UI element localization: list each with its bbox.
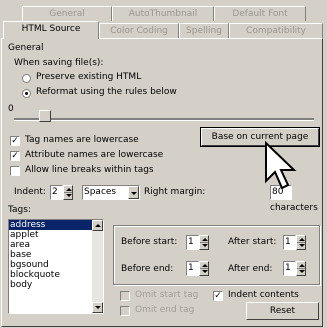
omit-start-checkbox[interactable] bbox=[120, 291, 130, 301]
list-item[interactable]: body bbox=[9, 280, 103, 290]
general-group-label: General bbox=[8, 43, 44, 53]
tag-lowercase-label: Tag names are lowercase bbox=[25, 135, 139, 145]
indent-contents-label: Indent contents bbox=[228, 290, 299, 300]
before-start-input[interactable]: 1 bbox=[186, 235, 199, 250]
list-item[interactable]: blockquote bbox=[9, 270, 103, 280]
before-end-input[interactable]: 1 bbox=[186, 261, 199, 276]
after-end-label: After end: bbox=[228, 264, 273, 274]
omit-end-checkbox[interactable] bbox=[120, 306, 130, 316]
allow-breaks-label: Allow line breaks within tags bbox=[25, 165, 154, 175]
indent-type-dropdown-button[interactable] bbox=[128, 186, 139, 199]
omit-start-label: Omit start tag bbox=[135, 290, 199, 300]
scroll-down-icon[interactable] bbox=[92, 302, 103, 313]
indent-label: Indent: bbox=[14, 187, 46, 197]
indent-type-value: Spaces bbox=[84, 187, 117, 197]
reset-button[interactable]: Reset bbox=[246, 302, 319, 320]
slider-track bbox=[14, 118, 314, 121]
preserve-radio-label: Preserve existing HTML bbox=[36, 72, 142, 82]
before-end-spinner[interactable] bbox=[199, 261, 209, 276]
tags-label: Tags: bbox=[8, 205, 31, 215]
indent-contents-checkbox[interactable]: ✓ bbox=[213, 291, 223, 301]
attr-lowercase-label: Attribute names are lowercase bbox=[25, 150, 164, 160]
tab-compatibility[interactable]: Compatibility bbox=[229, 23, 323, 38]
tab-color-coding[interactable]: Color Coding bbox=[99, 23, 179, 38]
after-start-input[interactable]: 1 bbox=[283, 235, 296, 250]
mouse-cursor-icon bbox=[265, 141, 297, 190]
list-item[interactable]: base bbox=[9, 250, 103, 260]
tags-listbox[interactable]: address applet area base bgsound blockqu… bbox=[8, 219, 104, 314]
tags-scrollbar[interactable] bbox=[92, 220, 103, 313]
list-item[interactable]: bgsound bbox=[9, 260, 103, 270]
before-end-label: Before end: bbox=[121, 264, 174, 274]
base-on-page-button[interactable]: Base on current page bbox=[200, 127, 320, 147]
list-item[interactable]: applet bbox=[9, 230, 103, 240]
tag-lowercase-checkbox[interactable]: ✓ bbox=[10, 136, 20, 146]
tab-default-font[interactable]: Default Font bbox=[214, 6, 306, 21]
preserve-radio[interactable] bbox=[22, 74, 31, 83]
tab-autothumbnail[interactable]: AutoThumbnail bbox=[112, 6, 214, 21]
tab-html-source[interactable]: HTML Source bbox=[3, 21, 99, 39]
omit-end-label: Omit end tag bbox=[135, 305, 195, 315]
list-item[interactable]: address bbox=[9, 220, 103, 230]
before-start-label: Before start: bbox=[121, 237, 178, 247]
after-end-input[interactable]: 1 bbox=[283, 261, 296, 276]
slider-min-label: 0 bbox=[8, 104, 14, 114]
saving-label: When saving file(s): bbox=[14, 58, 104, 68]
right-margin-label: Right margin: bbox=[144, 187, 206, 197]
indent-input[interactable]: 2 bbox=[50, 185, 63, 200]
indent-spinner[interactable] bbox=[63, 185, 73, 200]
before-start-spinner[interactable] bbox=[199, 235, 209, 250]
allow-breaks-checkbox[interactable] bbox=[10, 166, 20, 176]
tab-general[interactable]: General bbox=[22, 6, 112, 21]
slider-thumb[interactable] bbox=[39, 110, 51, 122]
after-start-spinner[interactable] bbox=[296, 235, 306, 250]
after-end-spinner[interactable] bbox=[296, 261, 306, 276]
tag-options-group bbox=[113, 225, 320, 285]
reformat-radio[interactable] bbox=[22, 89, 31, 98]
list-item[interactable]: area bbox=[9, 240, 103, 250]
scroll-up-icon[interactable] bbox=[92, 220, 103, 231]
reformat-radio-label: Reformat using the rules below bbox=[36, 87, 177, 97]
after-start-label: After start: bbox=[228, 237, 277, 247]
characters-label: characters bbox=[270, 203, 318, 213]
attr-lowercase-checkbox[interactable]: ✓ bbox=[10, 151, 20, 161]
tab-spelling[interactable]: Spelling bbox=[179, 23, 229, 38]
